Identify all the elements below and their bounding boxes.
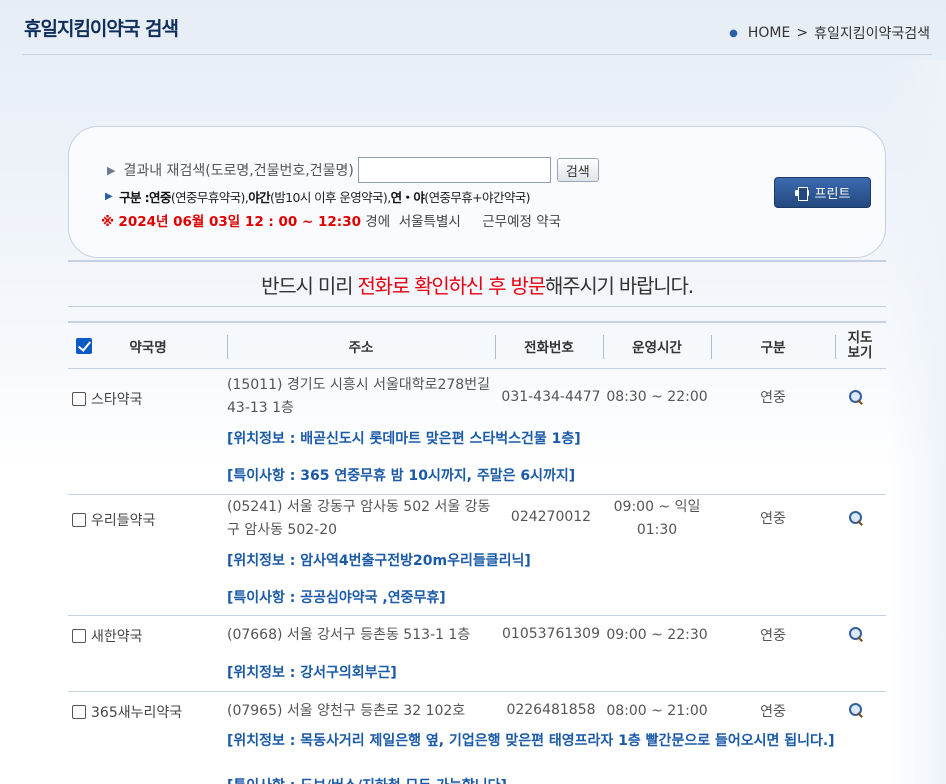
notice-mark: ※ xyxy=(101,214,115,230)
magnifier-icon xyxy=(848,389,864,405)
hours: 08:30 ~ 22:00 xyxy=(606,389,708,405)
printer-icon xyxy=(794,186,809,201)
magnifier-icon xyxy=(848,510,864,526)
header-tel: 전화번호 xyxy=(524,340,574,356)
phone: 024270012 xyxy=(510,509,592,525)
magnifier-icon xyxy=(848,626,864,642)
notice-divider-top xyxy=(68,260,886,262)
legend-prefix: 구분 : xyxy=(119,190,150,205)
call-notice: 반드시 미리 전화로 확인하신 후 방문해주시기 바랍니다. xyxy=(68,270,886,299)
row-checkbox[interactable] xyxy=(72,629,86,643)
select-all-cell xyxy=(74,323,94,369)
search-button[interactable]: 검색 xyxy=(556,158,599,182)
location-info: [위치정보 : 강서구의회부근] xyxy=(227,665,397,681)
table-row: 스타약국 (15011) 경기도 시흥시 서울대학로278번길 43-13 1층… xyxy=(68,369,886,495)
row-checkbox[interactable] xyxy=(72,392,86,406)
phone: 0226481858 xyxy=(506,702,596,718)
legend-row: ▶ 구분 : 연중 (연중무휴약국), 야간 (밤10시 이후 운영약국), 연・야… xyxy=(105,187,531,206)
pharmacy-table: 약국명 주소 전화번호 운영시간 구분 지도보기 스타약국 (15011) 경기… xyxy=(68,321,886,784)
page-content: 휴일지킴이약국 검색 ● HOME > 휴일지킴이약국검색 ▶ 결과내 재검색(… xyxy=(0,0,946,784)
triangle-right-icon: ▶ xyxy=(107,163,116,177)
breadcrumb-separator: > xyxy=(796,25,809,41)
header-divider xyxy=(22,54,932,55)
triangle-right-icon: ▶ xyxy=(105,191,113,202)
legend-term-night: 야간 xyxy=(248,190,270,205)
map-button[interactable] xyxy=(848,626,872,646)
pharmacy-name-cell: 365새누리약국 xyxy=(72,702,182,722)
breadcrumb-current: 휴일지킴이약국검색 xyxy=(814,26,930,42)
pharmacy-name-cell: 스타약국 xyxy=(72,389,143,409)
header-address: 주소 xyxy=(348,340,374,356)
breadcrumb-home-link[interactable]: HOME xyxy=(748,25,790,41)
pharmacy-name-cell: 우리들약국 xyxy=(72,510,155,530)
map-button[interactable] xyxy=(848,702,872,722)
print-button[interactable]: 프린트 xyxy=(774,177,871,208)
special-info: [특이사항 : 도보/버스/지하철 모두 가능합니다] xyxy=(227,775,507,784)
search-label: 결과내 재검색(도로명,건물번호,건물명) xyxy=(123,163,354,179)
table-row: 새한약국 (07668) 서울 강서구 등촌동 513-1 1층 0105376… xyxy=(68,616,886,692)
magnifier-icon xyxy=(848,702,864,718)
special-info: [특이사항 : 공공심야약국 ,연중무휴] xyxy=(227,590,446,606)
kind: 연중 xyxy=(760,628,786,644)
legend-desc-both: (연중무휴+야간약국) xyxy=(424,190,530,205)
address: (07668) 서울 강서구 등촌동 513-1 1층 xyxy=(227,627,471,643)
legend-desc-night: (밤10시 이후 운영약국), xyxy=(270,190,391,205)
location-info: [위치정보 : 배곧신도시 롯데마트 맞은편 스타벅스건물 1층] xyxy=(227,431,581,447)
search-row: ▶ 결과내 재검색(도로명,건물번호,건물명) 검색 xyxy=(107,157,599,183)
header-kind: 구분 xyxy=(760,340,786,356)
special-info: [특이사항 : 365 연중무휴 밤 10시까지, 주말은 6시까지] xyxy=(227,468,576,484)
address: (05241) 서울 강동구 암사동 502 서울 강동구 암사동 502-20 xyxy=(227,499,491,538)
breadcrumb: ● HOME > 휴일지킴이약국검색 xyxy=(729,23,930,43)
bullet-dot-icon: ● xyxy=(729,27,738,39)
row-checkbox[interactable] xyxy=(72,705,86,719)
map-button[interactable] xyxy=(848,510,872,530)
page-title: 휴일지킴이약국 검색 xyxy=(24,18,179,40)
location-info: [위치정보 : 암사역4번출구전방20m우리들클리닉] xyxy=(227,553,531,569)
pharmacy-name: 우리들약국 xyxy=(91,513,156,529)
table-row: 우리들약국 (05241) 서울 강동구 암사동 502 서울 강동구 암사동 … xyxy=(68,495,886,616)
notice-part1: 반드시 미리 xyxy=(261,274,358,298)
phone: 031-434-4477 xyxy=(501,389,601,405)
select-all-checkbox[interactable] xyxy=(76,338,92,354)
schedule-notice: ※ 2024년 06월 03일 12 : 00 ~ 12:30 경에 서울특별시… xyxy=(101,210,561,230)
search-input[interactable] xyxy=(357,157,551,183)
pharmacy-name: 365새누리약국 xyxy=(91,705,183,721)
map-button[interactable] xyxy=(848,389,872,409)
header-separator xyxy=(835,335,836,359)
row-checkbox[interactable] xyxy=(72,513,86,527)
hours: 09:00 ~ 익일 01:30 xyxy=(613,499,701,538)
hours: 09:00 ~ 22:30 xyxy=(606,627,708,643)
header-name: 약국명 xyxy=(129,340,167,356)
pharmacy-name-cell: 새한약국 xyxy=(72,626,143,646)
phone: 01053761309 xyxy=(502,626,600,642)
notice-part2: 전화로 확인하신 후 방문 xyxy=(357,274,546,298)
header-map: 지도보기 xyxy=(847,330,873,361)
schedule-date: 2024년 06월 03일 12 : 00 ~ 12:30 xyxy=(118,214,361,230)
address: (15011) 경기도 시흥시 서울대학로278번길 43-13 1층 xyxy=(227,377,490,416)
schedule-rest: 경에 서울특별시 근무예정 약국 xyxy=(360,214,562,230)
legend-term-both: 연・야 xyxy=(390,190,425,205)
legend-term-yearround: 연중 xyxy=(149,190,171,205)
kind: 연중 xyxy=(760,390,786,406)
pharmacy-name: 스타약국 xyxy=(91,392,143,408)
legend-desc-yearround: (연중무휴약국), xyxy=(170,190,249,205)
kind: 연중 xyxy=(760,704,786,720)
address: (07965) 서울 양천구 등촌로 32 102호 xyxy=(227,703,466,719)
search-panel: ▶ 결과내 재검색(도로명,건물번호,건물명) 검색 ▶ 구분 : 연중 (연중무… xyxy=(68,126,886,258)
kind: 연중 xyxy=(760,511,786,527)
notice-part3: 해주시기 바랍니다. xyxy=(544,274,694,298)
header-hours: 운영시간 xyxy=(632,340,682,356)
location-info: [위치정보 : 목동사거리 제일은행 옆, 기업은행 맞은편 태영프라자 1층 … xyxy=(227,733,835,749)
hours: 08:00 ~ 21:00 xyxy=(606,703,708,719)
table-row: 365새누리약국 (07965) 서울 양천구 등촌로 32 102호 0226… xyxy=(68,692,886,784)
print-button-label: 프린트 xyxy=(814,187,851,202)
table-header: 약국명 주소 전화번호 운영시간 구분 지도보기 xyxy=(68,321,886,369)
pharmacy-name: 새한약국 xyxy=(91,629,143,645)
notice-divider-bottom xyxy=(68,306,886,307)
